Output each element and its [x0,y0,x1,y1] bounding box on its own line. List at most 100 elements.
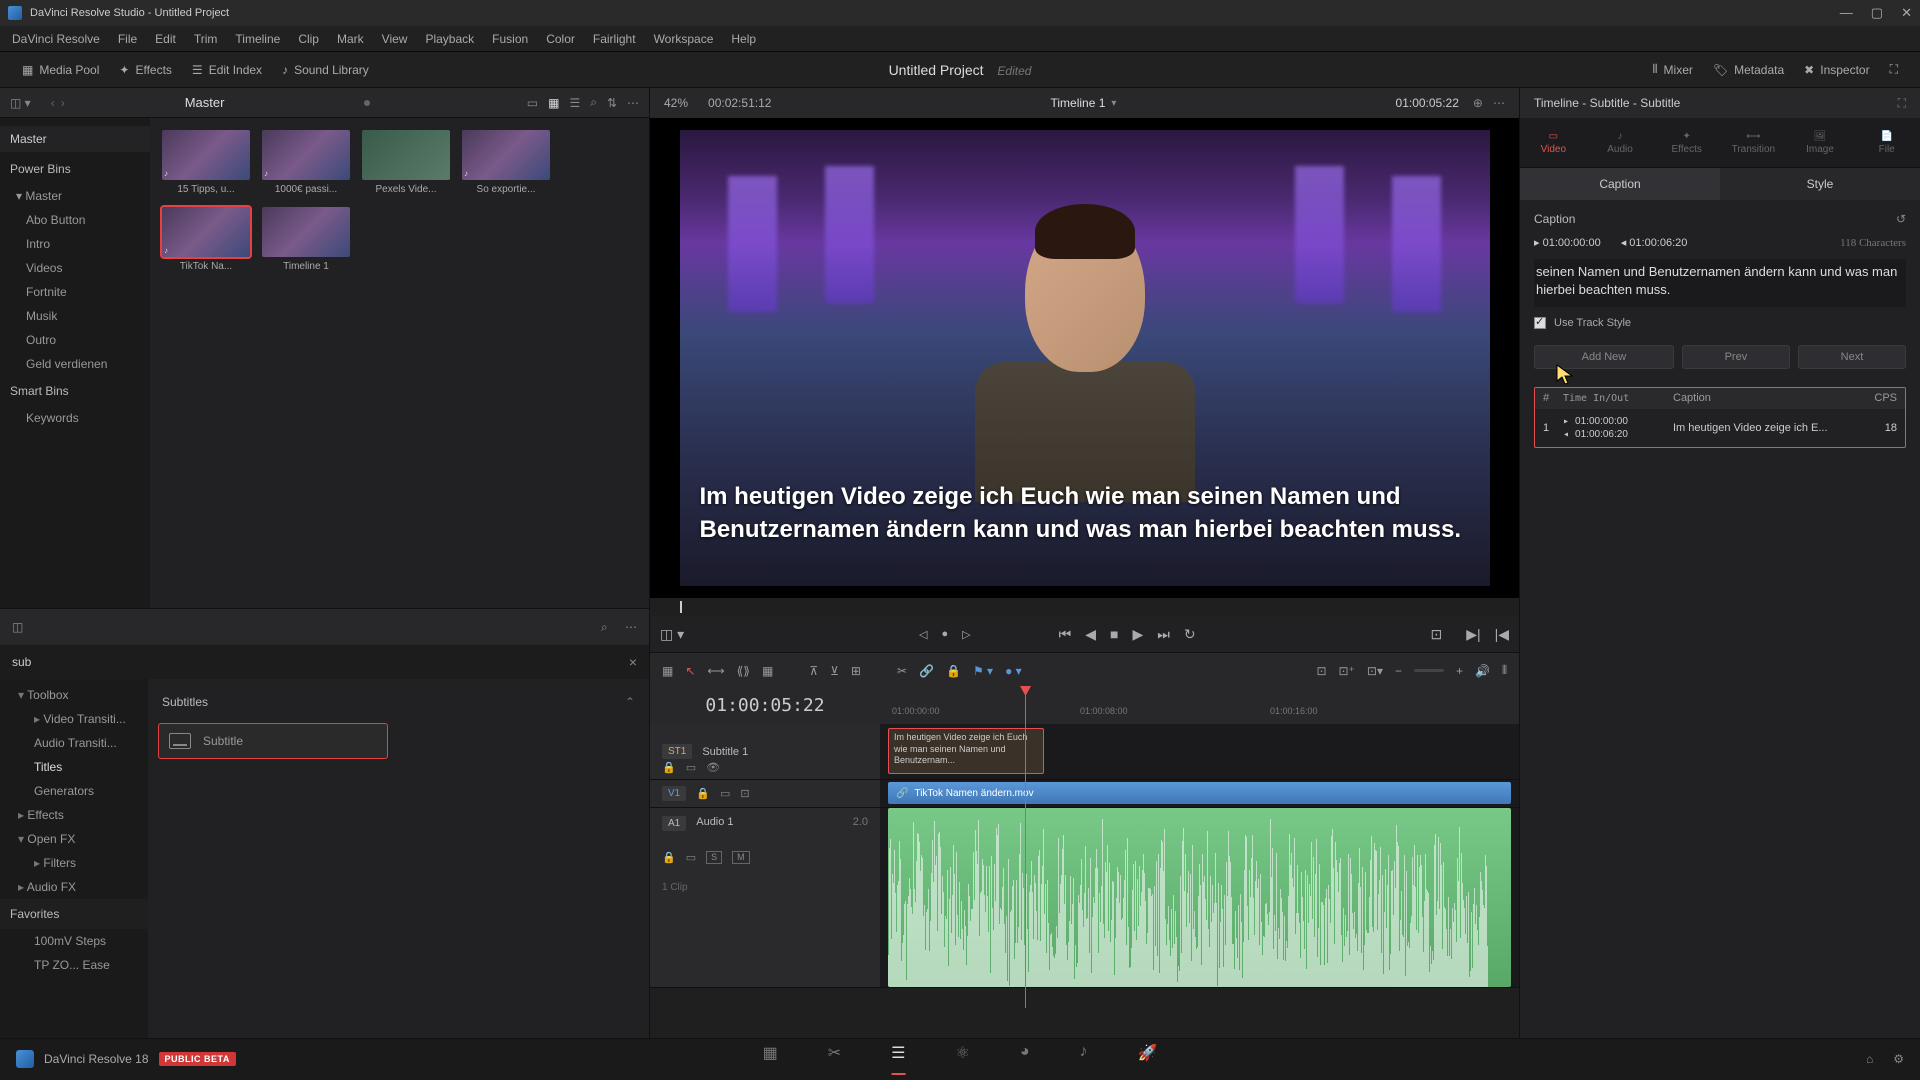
zoom-detail-icon[interactable]: ⊡⁺ [1339,664,1355,678]
effects-search-icon[interactable]: ⌕ [601,620,608,634]
dynamic-trim-icon[interactable]: ⟪⟫ [737,664,750,678]
tab-transition[interactable]: ⟷Transition [1720,118,1787,167]
clip-thumb[interactable]: ♪TikTok Na... [162,207,250,272]
mixer-toggle-icon[interactable]: ⫴ [1502,663,1507,678]
add-new-button[interactable]: Add New [1534,345,1674,369]
effects-search-input[interactable] [12,655,629,669]
tl-view-icon[interactable]: ▦ [662,664,673,678]
track-badge-a1[interactable]: A1 [662,816,686,831]
caption-tc-out[interactable]: 01:00:06:20 [1629,237,1687,249]
track-name-subtitle[interactable]: Subtitle 1 [702,746,748,758]
settings-icon[interactable]: ⚙ [1893,1052,1904,1066]
blade-tool-icon[interactable]: ▦ [762,664,773,678]
viewer-mode-icon[interactable]: ◫ ▾ [660,626,684,643]
lock-a-icon[interactable]: 🔒 [662,851,676,864]
menu-fusion[interactable]: Fusion [492,32,528,46]
inspector-expand-icon[interactable]: ⛶ [1898,96,1906,111]
bin-abo[interactable]: Abo Button [0,208,150,232]
track-badge-v1[interactable]: V1 [662,786,686,801]
video-track-content[interactable]: 🔗 TikTok Namen ändern.mov [880,780,1519,807]
marker-dot-icon[interactable]: ● [941,628,948,640]
viewer-monitor[interactable]: Im heutigen Video zeige ich Euch wie man… [650,118,1519,598]
bin-power-master[interactable]: ▾ Master [0,184,150,208]
subtab-caption[interactable]: Caption [1520,168,1720,200]
nav-fwd-icon[interactable]: › [61,96,65,110]
marker-icon[interactable]: ● ▾ [1005,664,1022,678]
effects-collapse-icon[interactable]: ◫ [12,620,23,634]
subtitle-track-content[interactable]: Im heutigen Video zeige ich Euch wie man… [880,724,1519,779]
subtitle-track-icon[interactable]: ▭ [686,761,696,774]
breadcrumb[interactable]: Master [185,95,225,110]
tree-titles[interactable]: Titles [0,755,148,779]
subtitle-generator-item[interactable]: Subtitle [158,723,388,759]
collapse-icon[interactable]: ⌃ [625,695,635,709]
viewer-scrubber[interactable] [650,598,1519,616]
tree-video-trans[interactable]: Video Transiti... [0,707,148,731]
menu-view[interactable]: View [382,32,408,46]
tree-filters[interactable]: Filters [0,851,148,875]
effects-button[interactable]: ✦ Effects [109,59,182,81]
loop-button[interactable]: ↻ [1184,626,1196,643]
close-button[interactable]: ✕ [1901,5,1912,21]
next-button[interactable]: Next [1798,345,1906,369]
prev-edit-icon[interactable]: ◁ [919,628,927,641]
tab-file[interactable]: 📄File [1853,118,1920,167]
audio-track-content[interactable] [880,808,1519,987]
subtab-style[interactable]: Style [1720,168,1920,200]
menu-file[interactable]: File [118,32,137,46]
bin-intro[interactable]: Intro [0,232,150,256]
tree-openfx[interactable]: Open FX [0,827,148,851]
page-fairlight-icon[interactable]: ♪ [1079,1043,1087,1075]
chevron-down-icon[interactable]: ▾ [1111,98,1116,109]
tree-generators[interactable]: Generators [0,779,148,803]
page-color-icon[interactable]: ◕ [1020,1043,1030,1075]
menu-timeline[interactable]: Timeline [235,32,280,46]
search-icon[interactable]: ⌕ [590,95,597,110]
tree-audio-trans[interactable]: Audio Transiti... [0,731,148,755]
tree-effects[interactable]: Effects [0,803,148,827]
timeline-ruler[interactable]: 01:00:00:00 01:00:08:00 01:00:16:00 [880,688,1519,724]
tree-toolbox[interactable]: Toolbox [0,683,148,707]
zoom-percent[interactable]: 42% [664,96,688,110]
subtitle-clip[interactable]: Im heutigen Video zeige ich Euch wie man… [888,728,1044,774]
disable-v-icon[interactable]: ⊡ [740,787,749,800]
tab-image[interactable]: 🖼Image [1787,118,1854,167]
search-clear-icon[interactable]: × [629,654,637,670]
menu-help[interactable]: Help [731,32,756,46]
step-out-icon[interactable]: ▶| [1466,626,1480,643]
tree-fav2[interactable]: TP ZO... Ease [0,953,148,977]
menu-color[interactable]: Color [546,32,575,46]
caption-textarea[interactable] [1534,259,1906,307]
menu-playback[interactable]: Playback [425,32,474,46]
audio-toggle-icon[interactable]: 🔊 [1475,664,1490,678]
step-in-icon[interactable]: |◀ [1495,626,1509,643]
bin-master[interactable]: Master [0,126,150,152]
prev-frame-button[interactable]: ◀ [1085,626,1096,643]
clip-thumb[interactable]: Pexels Vide... [362,130,450,195]
link-icon[interactable]: 🔗 [919,664,934,678]
clip-thumb[interactable]: ♪15 Tipps, u... [162,130,250,195]
sort-icon[interactable]: ⇅ [607,96,617,110]
view-grid-icon[interactable]: ▦ [548,96,559,110]
caption-list-row[interactable]: 1 ▸ 01:00:00:00◂ 01:00:06:20 Im heutigen… [1535,409,1905,447]
reset-icon[interactable]: ↺ [1896,212,1906,226]
overwrite-icon[interactable]: ⊻ [830,664,839,678]
clip-thumb[interactable]: ♪So exportie... [462,130,550,195]
playhead[interactable] [1025,688,1026,1008]
first-frame-button[interactable]: ⏮ [1059,626,1072,643]
insert-icon[interactable]: ⊼ [809,664,818,678]
tree-fav1[interactable]: 100mV Steps [0,929,148,953]
mute-button[interactable]: M [732,851,750,864]
menu-davinci[interactable]: DaVinci Resolve [12,32,100,46]
video-clip[interactable]: 🔗 TikTok Namen ändern.mov [888,782,1511,804]
razor-icon[interactable]: ✂ [897,664,907,678]
metadata-button[interactable]: 🏷 Metadata [1703,58,1794,81]
flag-icon[interactable]: ⚑ ▾ [973,664,993,678]
bin-geld[interactable]: Geld verdienen [0,352,150,376]
prev-button[interactable]: Prev [1682,345,1790,369]
use-track-style-checkbox[interactable] [1534,317,1546,329]
page-fusion-icon[interactable]: ⚛ [955,1043,969,1075]
match-frame-icon[interactable]: ⊡ [1430,626,1442,643]
bin-videos[interactable]: Videos [0,256,150,280]
selection-tool-icon[interactable]: ↖ [685,664,695,678]
